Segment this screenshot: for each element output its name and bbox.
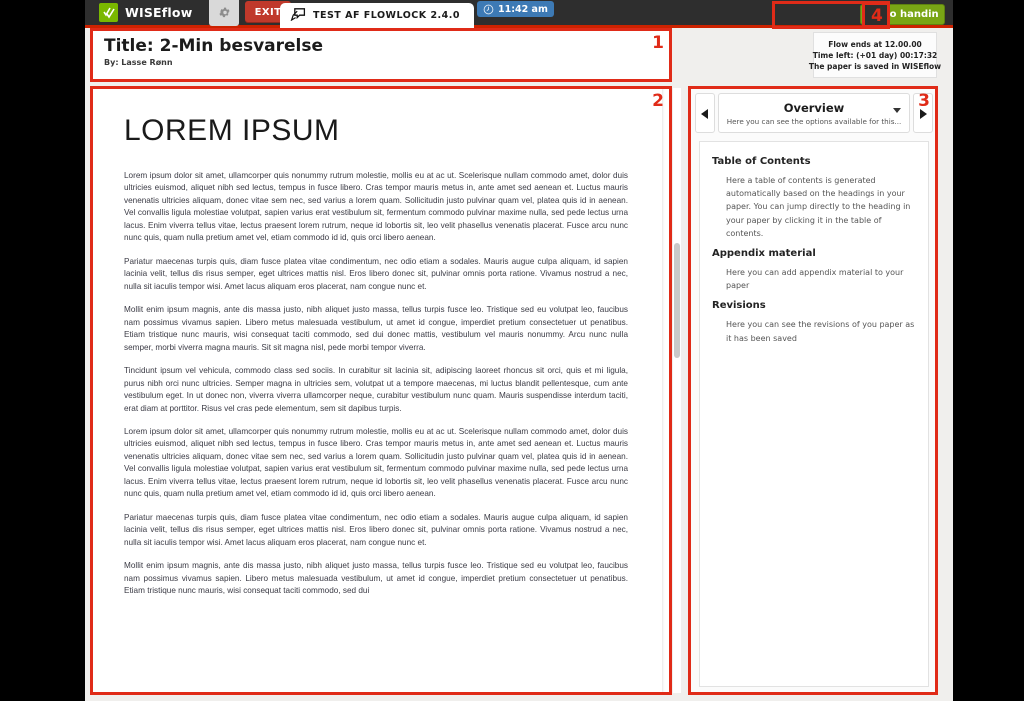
document-paragraph: Lorem ipsum dolor sit amet, ullamcorper …	[124, 426, 628, 499]
clock-icon	[483, 0, 494, 19]
right-black-gutter	[953, 0, 1024, 701]
paper-title-panel: Title: 2-Min besvarelse By: Lasse Rønn	[92, 30, 670, 80]
go-to-handin-button[interactable]: Go to handin	[860, 4, 945, 25]
sidebar-section-heading: Appendix material	[712, 247, 816, 259]
sidebar-section-heading: Table of Contents	[712, 156, 811, 167]
screen-root: WISEflow EXIT TEST AF FLOWLOCK 2.4.0 11:…	[0, 0, 1024, 701]
sidebar-section-dropdown[interactable]: Overview Here you can see the options av…	[718, 93, 910, 133]
sidebar-section-body: Here you can see the revisions of you pa…	[726, 320, 915, 343]
triangle-right-icon	[919, 104, 927, 123]
document-paragraph: Pariatur maecenas turpis quis, diam fusc…	[124, 512, 628, 547]
gear-icon	[218, 4, 231, 23]
options-sidebar: Overview Here you can see the options av…	[690, 88, 936, 693]
sidebar-content: Table of Contents Here a table of conten…	[699, 141, 929, 687]
brand: WISEflow	[99, 3, 192, 22]
tab-label: TEST AF FLOWLOCK 2.4.0	[313, 10, 460, 21]
document-paragraph: Mollit enim ipsum magnis, ante dis massa…	[124, 561, 628, 596]
paper-author: By: Lasse Rønn	[104, 58, 173, 67]
document-paragraph: Mollit enim ipsum magnis, ante dis massa…	[124, 305, 628, 352]
sidebar-prev-button[interactable]	[695, 93, 715, 133]
speech-bubble-pen-icon	[290, 6, 306, 25]
time-left-text: Time left: (+01 day) 00:17:32	[812, 50, 938, 60]
document-paragraph: Lorem ipsum dolor sit amet, ullamcorper …	[124, 171, 628, 243]
clock-badge: 11:42 am	[477, 1, 554, 17]
clock-time: 11:42 am	[498, 3, 548, 15]
document-scrollbar-thumb[interactable]	[674, 243, 680, 358]
document-heading: LOREM IPSUM	[124, 114, 340, 147]
flow-info-box: Flow ends at 12.00.00 Time left: (+01 da…	[809, 32, 941, 78]
sidebar-section-heading: Revisions	[712, 300, 766, 312]
sidebar-section-body: Here you can add appendix material to yo…	[726, 267, 904, 291]
page-title: Title: 2-Min besvarelse	[104, 36, 324, 56]
paper-saved-text: The paper is saved in WISEflow	[808, 61, 942, 71]
sidebar-next-button[interactable]	[913, 93, 933, 133]
document-paragraph: Tincidunt ipsum vel vehicula, commodo cl…	[124, 366, 628, 413]
triangle-left-icon	[701, 104, 709, 123]
sidebar-section-body: Here a table of contents is generated au…	[726, 176, 911, 238]
document-page[interactable]: LOREM IPSUM Lorem ipsum dolor sit amet, …	[92, 88, 662, 693]
tab-test-af-flowlock[interactable]: TEST AF FLOWLOCK 2.4.0	[280, 3, 474, 28]
brand-name: WISEflow	[125, 5, 193, 20]
document-editor-pane[interactable]: LOREM IPSUM Lorem ipsum dolor sit amet, …	[92, 88, 670, 693]
chevron-down-icon	[893, 108, 901, 113]
document-scrollbar[interactable]	[673, 88, 681, 693]
sidebar-selected-subtitle: Here you can see the options available f…	[726, 116, 902, 126]
wiseflow-checkmarks-logo-icon	[99, 3, 118, 22]
top-toolbar: WISEflow EXIT TEST AF FLOWLOCK 2.4.0 11:…	[85, 0, 953, 28]
sidebar-navigator: Overview Here you can see the options av…	[695, 93, 933, 133]
sidebar-selected-title: Overview	[783, 100, 845, 115]
settings-button[interactable]	[209, 0, 239, 26]
document-paragraph: Pariatur maecenas turpis quis, diam fusc…	[124, 256, 628, 291]
flow-ends-text: Flow ends at 12.00.00	[828, 39, 922, 49]
